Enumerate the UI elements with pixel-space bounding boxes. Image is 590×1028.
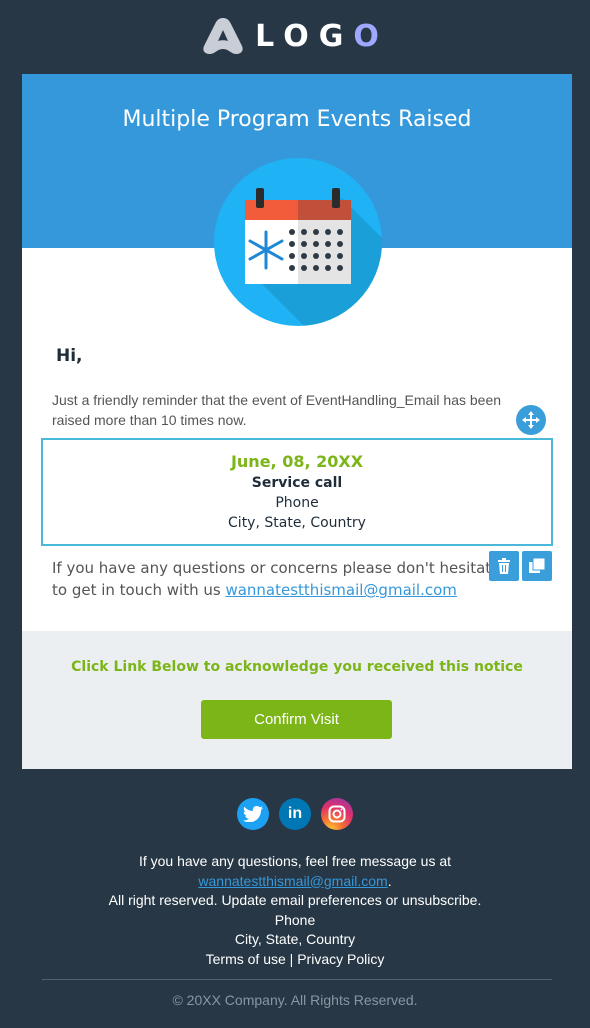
calendar-icon <box>214 158 382 326</box>
footer-divider <box>42 979 552 980</box>
event-title: Service call <box>251 475 343 491</box>
footer-preferences[interactable]: All right reserved. Update email prefere… <box>0 891 590 911</box>
greeting: Hi, <box>56 346 83 366</box>
confirm-visit-button[interactable]: Confirm Visit <box>201 700 392 739</box>
event-date: June, 08, 20XX <box>230 452 364 471</box>
footer-line-1: If you have any questions, feel free mes… <box>138 853 452 869</box>
footer-legal-links: Terms of use | Privacy Policy <box>205 950 385 967</box>
event-block[interactable]: June, 08, 20XX Service call Phone City, … <box>41 438 553 546</box>
event-phone: Phone <box>275 495 319 511</box>
move-icon <box>522 411 540 429</box>
logo-mark-icon <box>203 18 243 54</box>
hero-title: Multiple Program Events Raised <box>122 107 472 132</box>
copy-icon <box>529 558 545 573</box>
privacy-link[interactable]: Privacy Policy <box>297 951 384 967</box>
email-card: Multiple Program Events Raised Hi, Just … <box>22 74 572 769</box>
footer-email-link[interactable]: wannatestthismail@gmail.com <box>198 873 387 889</box>
contact-text: If you have any questions or concerns pl… <box>52 557 512 601</box>
copyright: © 20XX Company. All Rights Reserved. <box>172 992 418 1008</box>
instagram-icon[interactable] <box>321 798 353 830</box>
move-handle[interactable] <box>516 405 546 435</box>
twitter-icon[interactable] <box>237 798 269 830</box>
footer-email-line: wannatestthismail@gmail.com. <box>198 872 392 889</box>
footer-phone: Phone <box>274 911 316 928</box>
footer: If you have any questions, feel free mes… <box>0 852 590 969</box>
contact-email-link[interactable]: wannatestthismail@gmail.com <box>225 581 456 599</box>
intro-text: Just a friendly reminder that the event … <box>52 392 502 428</box>
social-links: in <box>0 798 590 830</box>
trash-icon <box>498 558 510 574</box>
logo-text: LOGO <box>255 18 389 54</box>
terms-link[interactable]: Terms of use <box>206 951 286 967</box>
footer-location: City, State, Country <box>234 931 356 947</box>
cta-band: Click Link Below to acknowledge you rece… <box>22 631 572 769</box>
cta-text: Click Link Below to acknowledge you rece… <box>71 659 523 675</box>
logo: LOGO <box>0 14 590 58</box>
delete-block-button[interactable] <box>489 551 519 581</box>
linkedin-icon[interactable]: in <box>279 798 311 830</box>
event-location: City, State, Country <box>228 515 366 531</box>
duplicate-block-button[interactable] <box>522 551 552 581</box>
